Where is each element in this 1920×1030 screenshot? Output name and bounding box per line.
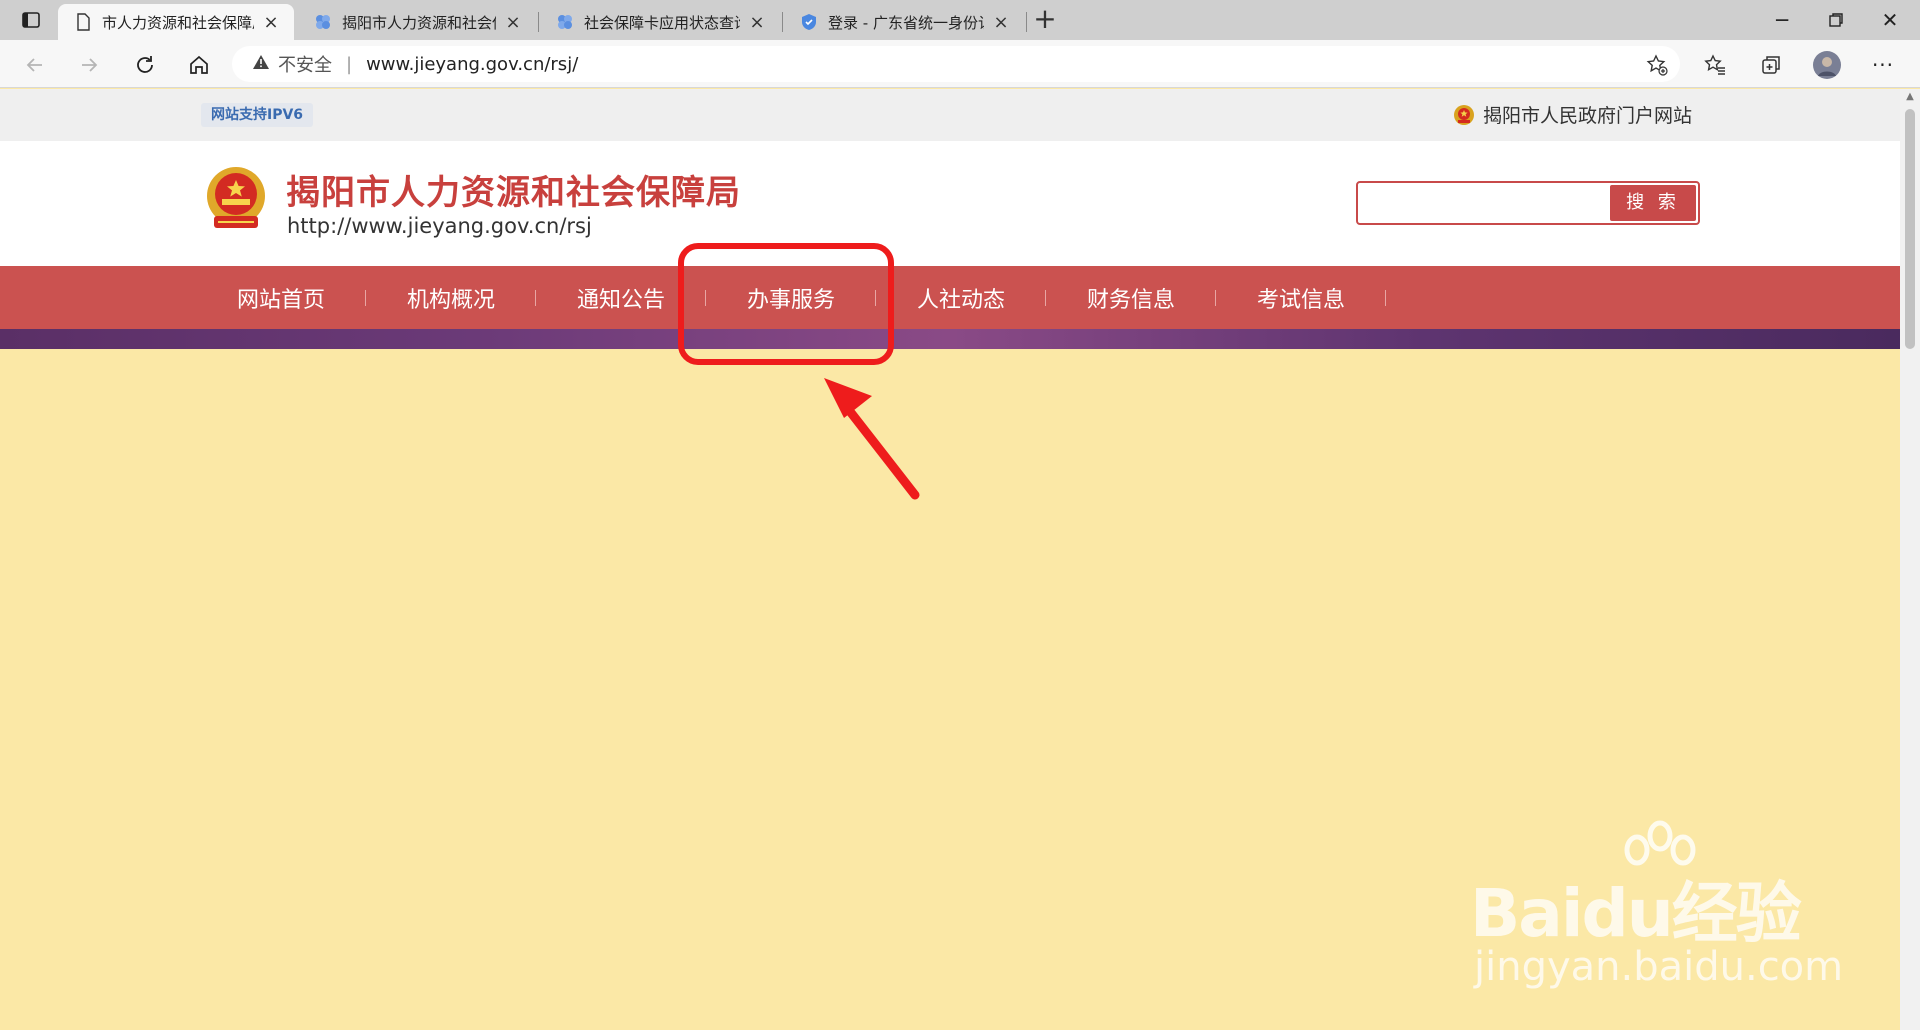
gov-service-icon [558, 15, 572, 29]
tab-title: 市人力资源和社会保障局 [102, 13, 254, 32]
watermark-logo: Baidu经验 [1470, 875, 1802, 952]
forward-icon[interactable] [72, 48, 106, 82]
close-tab-icon[interactable]: × [992, 12, 1010, 33]
refresh-icon[interactable] [128, 48, 162, 82]
annotation-highlight-box [678, 243, 894, 365]
search-button[interactable]: 搜 索 [1610, 185, 1696, 221]
home-icon[interactable] [182, 48, 216, 82]
scroll-thumb[interactable] [1905, 109, 1915, 349]
ipv6-badge: 网站支持IPV6 [201, 103, 314, 127]
page-icon [77, 13, 90, 31]
tab-title: 登录 - 广东省统一身份认证平台 [828, 13, 984, 32]
warning-icon[interactable] [252, 54, 270, 75]
watermark-url: jingyan.baidu.com [1474, 944, 1844, 990]
national-emblem-icon [1453, 104, 1474, 125]
nav-news[interactable]: 人社动态 [876, 266, 1046, 329]
address-bar[interactable]: 不安全 | www.jieyang.gov.cn/rsj/ [232, 46, 1680, 82]
close-tab-icon[interactable]: × [262, 12, 280, 33]
nav-label[interactable]: 机构概况 [407, 282, 495, 314]
tab-divider [782, 12, 783, 32]
add-favorite-icon[interactable] [1640, 48, 1674, 82]
vertical-scrollbar[interactable]: ▲ [1900, 89, 1920, 1030]
minimize-icon[interactable]: ─ [1752, 0, 1812, 40]
profile-avatar[interactable] [1810, 48, 1844, 82]
back-icon[interactable] [18, 48, 52, 82]
shield-icon [802, 14, 816, 30]
close-tab-icon[interactable]: × [748, 12, 766, 33]
baidu-watermark: Baidu经验 jingyan.baidu.com [1470, 820, 1843, 990]
nav-divider [1385, 290, 1386, 306]
site-name: 揭阳市人力资源和社会保障局 [286, 173, 741, 213]
restore-icon[interactable] [1806, 0, 1866, 40]
site-header: 揭阳市人力资源和社会保障局 http://www.jieyang.gov.cn/… [0, 141, 1900, 266]
nav-finance[interactable]: 财务信息 [1046, 266, 1216, 329]
close-window-icon[interactable]: ✕ [1860, 0, 1920, 40]
banner-strip [0, 329, 1900, 349]
gov-service-icon [316, 15, 330, 29]
tab-gd-login[interactable]: 登录 - 广东省统一身份认证平台 × [784, 4, 1024, 40]
nav-home[interactable]: 网站首页 [196, 266, 366, 329]
collections-icon[interactable] [1754, 48, 1788, 82]
nav-about[interactable]: 机构概况 [366, 266, 536, 329]
nav-label[interactable]: 人社动态 [917, 282, 1005, 314]
top-strip: 网站支持IPV6 揭阳市人民政府门户网站 [0, 89, 1900, 141]
new-tab-button[interactable]: + [1030, 5, 1060, 36]
nav-label[interactable]: 考试信息 [1257, 282, 1345, 314]
url-text[interactable]: www.jieyang.gov.cn/rsj/ [366, 54, 578, 75]
security-label[interactable]: 不安全 [278, 51, 332, 77]
main-nav: 网站首页 机构概况 通知公告 办事服务 人社动态 财务信息 考试信息 [0, 266, 1900, 329]
gov-portal-link[interactable]: 揭阳市人民政府门户网站 [1453, 101, 1692, 128]
scroll-up-icon[interactable]: ▲ [1904, 91, 1916, 103]
more-options-icon[interactable]: ··· [1866, 48, 1900, 82]
nav-exams[interactable]: 考试信息 [1216, 266, 1386, 329]
tab-divider [538, 12, 539, 32]
tab-divider [1026, 12, 1027, 32]
divider: | [346, 53, 353, 75]
national-emblem-logo [207, 167, 265, 228]
browser-tab-bar: 市人力资源和社会保障局 × 揭阳市人力资源和社会保障局政 × 社会保障卡应用状态… [0, 0, 1920, 40]
tab-social-card-query[interactable]: 社会保障卡应用状态查询-广东政 × [540, 4, 780, 40]
nav-label[interactable]: 财务信息 [1087, 282, 1175, 314]
favorites-icon[interactable] [1698, 48, 1732, 82]
search-input[interactable] [1362, 187, 1602, 219]
tab-rsj-gov[interactable]: 揭阳市人力资源和社会保障局政 × [298, 4, 536, 40]
tab-title: 社会保障卡应用状态查询-广东政 [584, 13, 740, 32]
site-search: 搜 索 [1356, 181, 1700, 225]
site-url: http://www.jieyang.gov.cn/rsj [287, 214, 592, 238]
nav-label[interactable]: 网站首页 [237, 282, 325, 314]
tab-rsj-home[interactable]: 市人力资源和社会保障局 × [58, 4, 294, 40]
gov-portal-link-label[interactable]: 揭阳市人民政府门户网站 [1483, 101, 1692, 128]
tab-actions-icon[interactable] [18, 8, 44, 32]
close-tab-icon[interactable]: × [504, 12, 522, 33]
tab-title: 揭阳市人力资源和社会保障局政 [342, 13, 496, 32]
browser-toolbar: 不安全 | www.jieyang.gov.cn/rsj/ ··· [0, 40, 1920, 88]
nav-label[interactable]: 通知公告 [577, 282, 665, 314]
